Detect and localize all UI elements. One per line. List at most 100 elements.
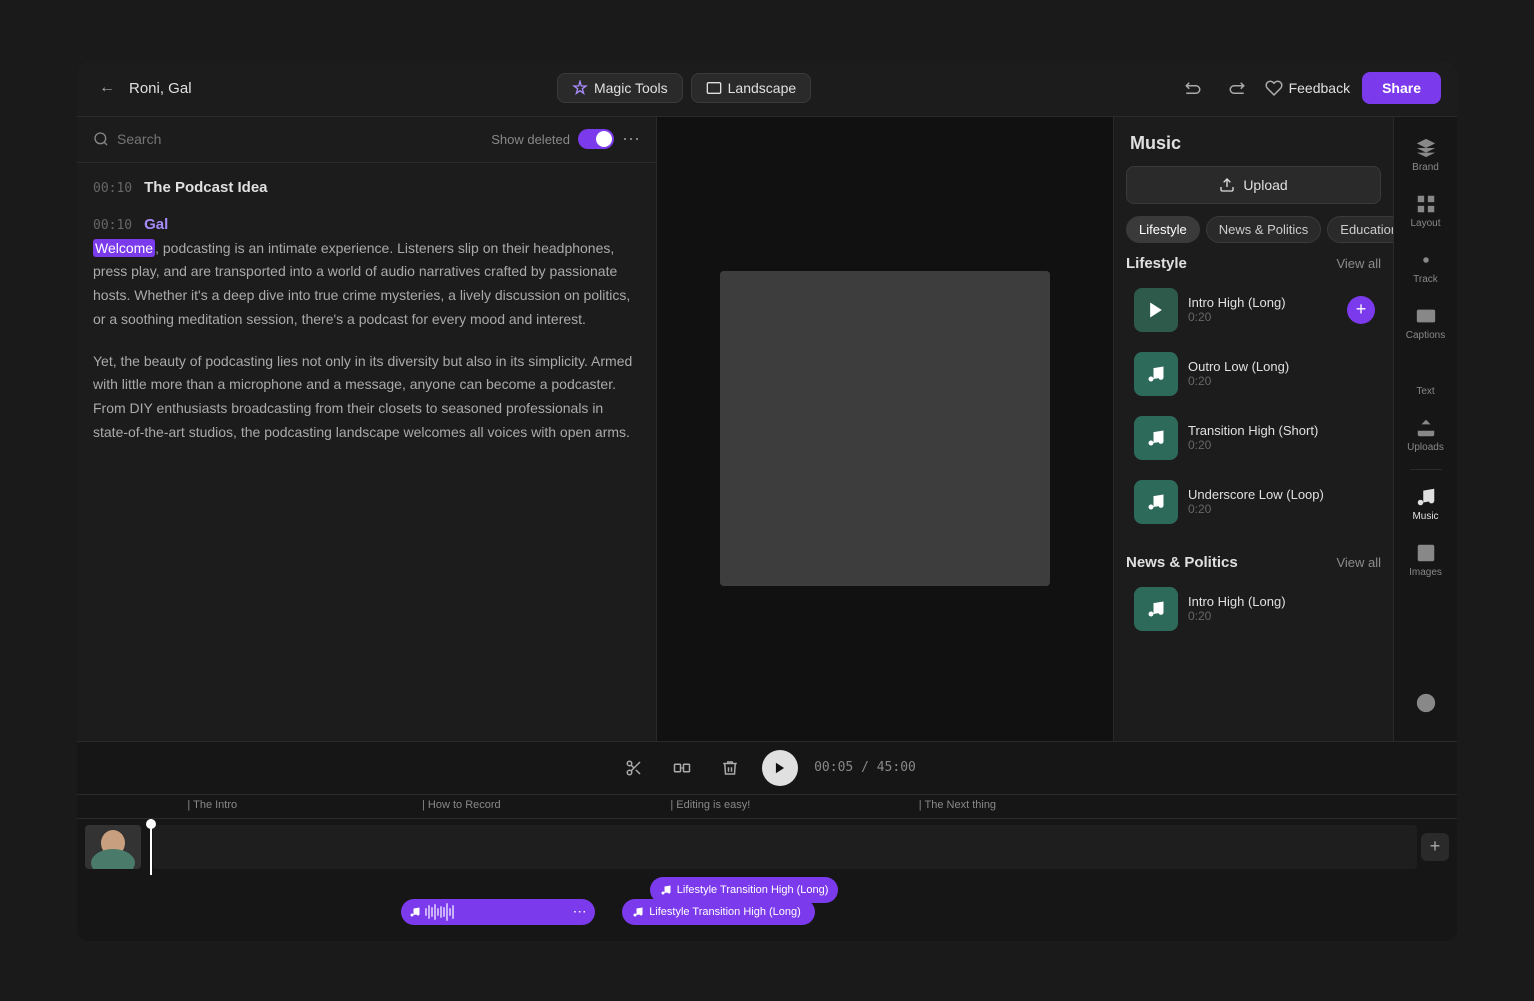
share-button[interactable]: Share [1362, 72, 1441, 104]
app-container: ← Roni, Gal Magic Tools Landscape [77, 61, 1457, 941]
play-pause-button[interactable] [762, 750, 798, 786]
music-item-1[interactable]: Intro High (Long) 0:20 + [1126, 282, 1381, 338]
magic-tools-label: Magic Tools [594, 80, 668, 96]
delete-icon [721, 759, 739, 777]
timestamp-2: 00:10 [93, 218, 132, 233]
music-thumb-3 [1134, 416, 1178, 460]
music-track-waveform[interactable]: ⋯ [401, 899, 594, 925]
sidebar-item-images[interactable]: Images [1400, 534, 1452, 586]
play-icon [773, 761, 787, 775]
music-note-icon-2 [1146, 364, 1166, 384]
playback-bar: 00:05 / 45:00 [77, 742, 1457, 795]
marker-editing: | Editing is easy! [670, 799, 750, 811]
sidebar-item-layout[interactable]: Layout [1400, 185, 1452, 237]
add-music-button-1[interactable]: + [1347, 296, 1375, 324]
music-icon [1415, 486, 1437, 508]
show-deleted-label: Show deleted [491, 132, 570, 147]
time-separator: / [861, 760, 877, 775]
project-title: Roni, Gal [129, 80, 192, 97]
sidebar-item-help[interactable] [1400, 677, 1452, 729]
transcript-area: 00:10 The Podcast Idea 00:10 Gal Welcome… [77, 163, 656, 741]
speaker-row: 00:10 Gal [93, 216, 640, 233]
video-preview [720, 271, 1050, 586]
more-options-button[interactable]: ⋯ [622, 129, 640, 150]
music-thumb-2 [1134, 352, 1178, 396]
marker-intro: | The Intro [187, 799, 237, 811]
split-tool-button[interactable] [666, 752, 698, 784]
cut-tool-button[interactable] [618, 752, 650, 784]
sidebar-item-text[interactable]: Text [1400, 353, 1452, 405]
music-name-news-1: Intro High (Long) [1188, 594, 1373, 609]
upload-label: Upload [1243, 177, 1287, 193]
video-panel [657, 117, 1113, 741]
lifestyle-view-all[interactable]: View all [1336, 256, 1381, 271]
music-thumb-4 [1134, 480, 1178, 524]
playhead-marker [146, 819, 156, 829]
music-item-news-1[interactable]: Intro High (Long) 0:20 [1126, 581, 1381, 637]
delete-tool-button[interactable] [714, 752, 746, 784]
sidebar-item-captions[interactable]: Captions [1400, 297, 1452, 349]
current-time: 00:05 [814, 760, 853, 775]
music-overlay-row: Lifestyle Transition High (Long) [77, 875, 1457, 927]
sidebar-item-brand[interactable]: Brand [1400, 129, 1452, 181]
section-title-row: 00:10 The Podcast Idea [93, 179, 640, 196]
marker-how-to: | How to Record [422, 799, 501, 811]
music-item-2[interactable]: Outro Low (Long) 0:20 [1126, 346, 1381, 402]
tab-education[interactable]: Education [1327, 216, 1393, 243]
feedback-button[interactable]: Feedback [1265, 79, 1350, 97]
captions-label: Captions [1406, 330, 1445, 341]
images-label: Images [1409, 567, 1442, 578]
music-name-4: Underscore Low (Loop) [1188, 487, 1373, 502]
icon-bar: Brand Layout Track [1393, 117, 1457, 741]
show-deleted-toggle[interactable] [578, 129, 614, 149]
feedback-label: Feedback [1289, 80, 1350, 96]
tab-lifestyle[interactable]: Lifestyle [1126, 216, 1200, 243]
tab-news-politics[interactable]: News & Politics [1206, 216, 1322, 243]
transcript-text-2: Yet, the beauty of podcasting lies not o… [93, 350, 640, 445]
section-title-1: The Podcast Idea [144, 179, 267, 196]
uploads-label: Uploads [1407, 442, 1444, 453]
play-icon-1 [1146, 300, 1166, 320]
music-duration-3: 0:20 [1188, 438, 1373, 452]
sidebar-item-track[interactable]: Track [1400, 241, 1452, 293]
news-view-all[interactable]: View all [1336, 555, 1381, 570]
captions-icon [1415, 305, 1437, 327]
upload-button[interactable]: Upload [1126, 166, 1381, 204]
sidebar-item-music[interactable]: Music [1400, 478, 1452, 530]
music-track-overlay-2[interactable]: Lifestyle Transition High (Long) [622, 899, 815, 925]
timestamp-1: 00:10 [93, 181, 132, 196]
search-input[interactable] [117, 131, 483, 147]
undo-button[interactable] [1177, 72, 1209, 104]
music-info-news-1: Intro High (Long) 0:20 [1188, 594, 1373, 623]
transcript-panel: Show deleted ⋯ 00:10 The Podcast Idea 00… [77, 117, 657, 741]
show-deleted-row: Show deleted ⋯ [491, 129, 640, 150]
news-section-header: News & Politics View all [1126, 554, 1381, 571]
music-panel-title: Music [1114, 117, 1393, 166]
lifestyle-section: Lifestyle View all Intro High (Long) 0:2… [1114, 255, 1393, 554]
main-content: Show deleted ⋯ 00:10 The Podcast Idea 00… [77, 117, 1457, 741]
redo-button[interactable] [1221, 72, 1253, 104]
time-display: 00:05 / 45:00 [814, 760, 916, 775]
header-left: ← Roni, Gal [93, 74, 192, 102]
cut-icon [625, 759, 643, 777]
landscape-button[interactable]: Landscape [691, 73, 812, 103]
music-item-4[interactable]: Underscore Low (Loop) 0:20 [1126, 474, 1381, 530]
music-note-small-icon-3 [632, 906, 644, 918]
music-item-3[interactable]: Transition High (Short) 0:20 [1126, 410, 1381, 466]
sidebar-item-uploads[interactable]: Uploads [1400, 409, 1452, 461]
music-duration-2: 0:20 [1188, 374, 1373, 388]
news-section: News & Politics View all Intro High (Lon… [1114, 554, 1393, 661]
video-bg [720, 271, 1050, 586]
landscape-label: Landscape [728, 80, 797, 96]
lifestyle-title: Lifestyle [1126, 255, 1187, 272]
add-track-button[interactable]: + [1421, 833, 1449, 861]
back-button[interactable]: ← [93, 74, 121, 102]
music-thumb-1 [1134, 288, 1178, 332]
magic-tools-button[interactable]: Magic Tools [557, 73, 683, 103]
brand-label: Brand [1412, 162, 1439, 173]
music-duration-4: 0:20 [1188, 502, 1373, 516]
music-duration-1: 0:20 [1188, 310, 1373, 324]
upload-icon [1219, 177, 1235, 193]
thumbnail-svg [85, 825, 141, 869]
waveform-track[interactable]: // Generate waveform bars via SVG rects [153, 825, 1417, 869]
